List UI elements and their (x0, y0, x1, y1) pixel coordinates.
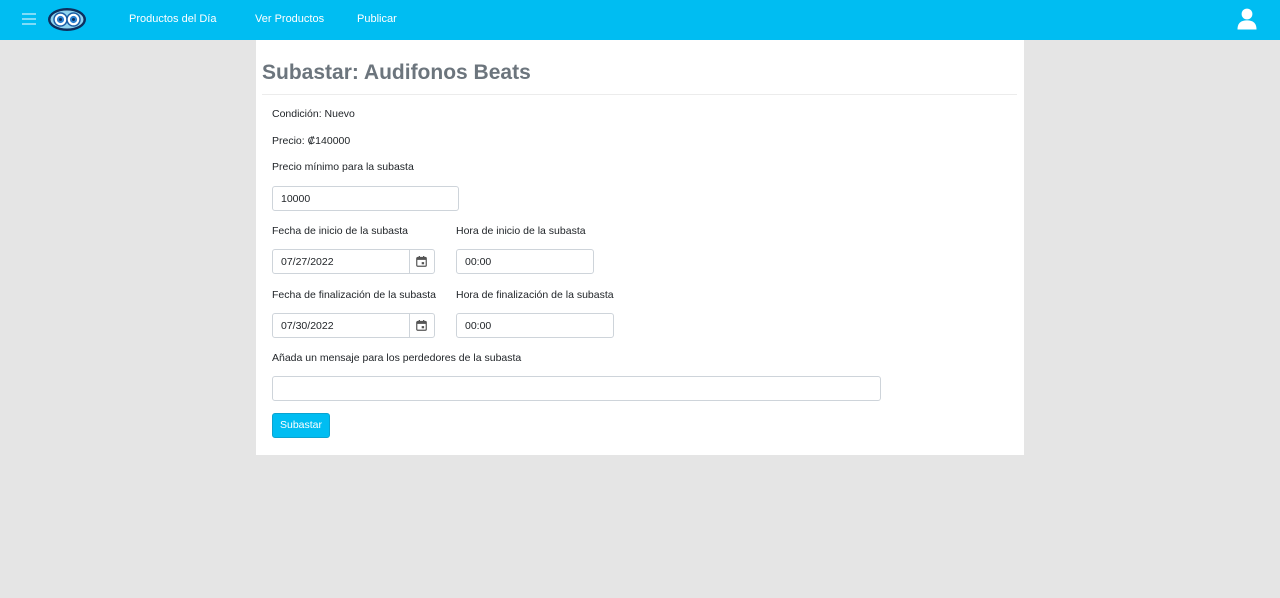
end-time-field-wrapper (456, 313, 614, 338)
end-time-label: Hora de finalización de la subasta (456, 289, 614, 301)
page-title: Subastar: Audifonos Beats (262, 61, 531, 84)
start-date-label: Fecha de inicio de la subasta (272, 225, 409, 237)
hamburger-menu-icon[interactable] (22, 13, 36, 25)
min-price-field-wrapper (272, 186, 459, 211)
nav-link-productos-del-dia[interactable]: Productos del Día (129, 13, 216, 25)
start-date-calendar-button[interactable] (409, 250, 434, 273)
nav-link-ver-productos[interactable]: Ver Productos (255, 13, 324, 25)
end-date-label: Fecha de finalización de la subasta (272, 289, 437, 301)
logo-icon[interactable] (47, 7, 87, 32)
nav-link-publicar[interactable]: Publicar (357, 13, 397, 25)
auction-form-card: Subastar: Audifonos Beats Condición: Nue… (256, 40, 1024, 455)
end-date-field-wrapper (272, 313, 435, 338)
message-field-wrapper (272, 376, 881, 401)
start-time-field-wrapper (456, 249, 594, 274)
calendar-icon (416, 320, 427, 331)
top-navbar: Productos del Día Ver Productos Publicar (0, 0, 1280, 40)
start-time-label: Hora de inicio de la subasta (456, 225, 586, 237)
price-text: Precio: ₡140000 (272, 135, 351, 147)
end-date-calendar-button[interactable] (409, 314, 434, 337)
condition-text: Condición: Nuevo (272, 108, 355, 120)
message-input[interactable] (273, 377, 880, 400)
user-icon[interactable] (1237, 8, 1257, 30)
start-time-input[interactable] (457, 250, 593, 273)
min-price-input[interactable] (273, 187, 458, 210)
start-date-field-wrapper (272, 249, 435, 274)
end-time-input[interactable] (457, 314, 613, 337)
min-price-label: Precio mínimo para la subasta (272, 161, 414, 173)
title-divider (262, 94, 1017, 95)
calendar-icon (416, 256, 427, 267)
message-label: Añada un mensaje para los perdedores de … (272, 352, 522, 364)
subastar-button[interactable]: Subastar (272, 413, 330, 438)
